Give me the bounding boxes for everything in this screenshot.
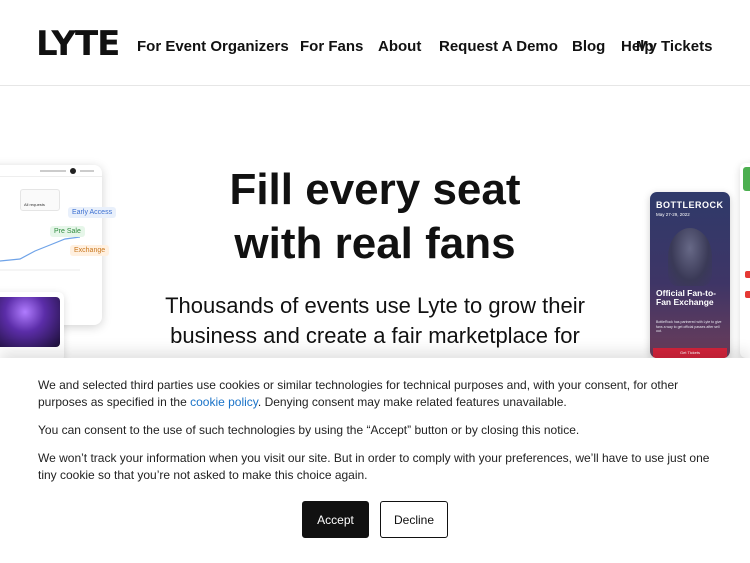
nav-blog[interactable]: Blog xyxy=(572,37,605,57)
phone-headline: Official Fan-to-Fan Exchange xyxy=(656,288,716,307)
site-header: LYTE For Event Organizers For Fans About… xyxy=(0,0,750,86)
side-card-red-tag-2 xyxy=(745,291,750,298)
phone-date: May 27-29, 2022 xyxy=(656,212,690,217)
side-card-mockup xyxy=(740,163,750,358)
phone-brand: BOTTLEROCK xyxy=(656,200,724,210)
nav-about[interactable]: About xyxy=(378,37,421,57)
phone-cta: Get Tickets xyxy=(653,348,727,358)
side-card-green-block xyxy=(743,167,750,191)
hero-subtitle: Thousands of events use Lyte to grow the… xyxy=(0,291,750,351)
hero-title-line-1: Fill every seat xyxy=(229,165,521,214)
phone-blurb: BottleRock has partnered with Lyte to gi… xyxy=(656,320,722,333)
nav-for-event-organizers[interactable]: For Event Organizers xyxy=(137,37,289,57)
hero-title: Fill every seat with real fans xyxy=(0,163,750,271)
side-card-red-tag-1 xyxy=(745,271,750,278)
cookie-text-3: We won’t track your information when you… xyxy=(38,451,710,482)
cookie-policy-link[interactable]: cookie policy xyxy=(190,395,258,409)
cookie-banner: We and selected third parties use cookie… xyxy=(0,358,750,563)
cookie-text-1: We and selected third parties use cookie… xyxy=(38,377,718,411)
main-nav: For Event Organizers For Fans About Requ… xyxy=(0,37,750,57)
hero-title-line-2: with real fans xyxy=(234,219,516,268)
nav-request-demo[interactable]: Request A Demo xyxy=(439,37,558,57)
nav-my-tickets[interactable]: My Tickets xyxy=(636,37,712,57)
hero-subtitle-line-1: Thousands of events use Lyte to grow the… xyxy=(165,293,585,318)
nav-for-fans[interactable]: For Fans xyxy=(300,37,363,57)
accept-button[interactable]: Accept xyxy=(302,501,369,538)
cookie-text-2: You can consent to the use of such techn… xyxy=(38,423,580,437)
phone-artist-image xyxy=(668,228,712,286)
phone-mockup: BOTTLEROCK May 27-29, 2022 Official Fan-… xyxy=(650,192,730,358)
decline-button[interactable]: Decline xyxy=(380,501,448,538)
hero-subtitle-line-2: business and create a fair marketplace f… xyxy=(170,323,580,348)
cookie-text-1-end: . Denying consent may make related featu… xyxy=(257,395,567,409)
